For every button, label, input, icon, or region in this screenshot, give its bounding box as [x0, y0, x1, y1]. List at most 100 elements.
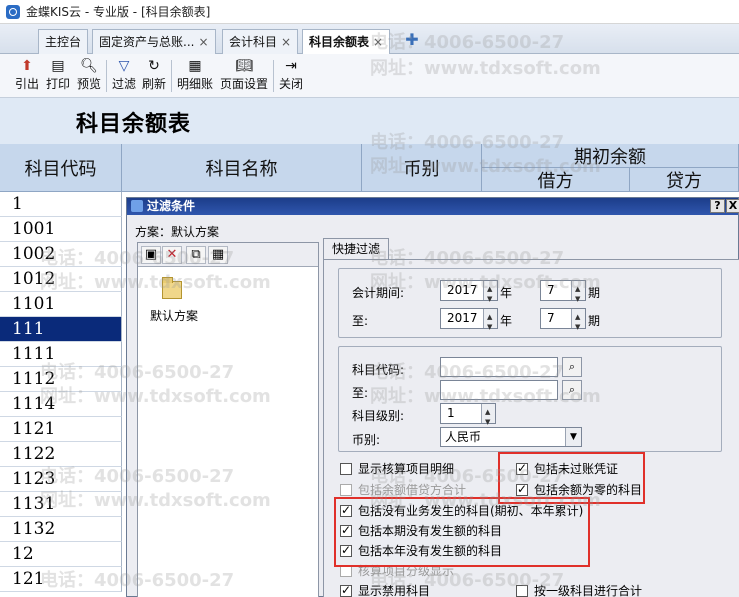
dialog-app-icon — [131, 200, 143, 212]
print-button[interactable]: ▤ 打印 — [43, 56, 73, 96]
ledger-icon: ▦ — [188, 58, 202, 74]
level-spinner[interactable]: 1 — [440, 403, 496, 432]
tab-label: 科目余额表 — [309, 35, 370, 49]
header-currency[interactable]: 币别 — [362, 144, 482, 192]
exit-door-icon: ⇥ — [285, 58, 297, 74]
dialog-close-button[interactable]: X — [726, 199, 739, 213]
table-row[interactable]: 1001 — [0, 217, 122, 242]
export-button[interactable]: ⬆ 引出 — [12, 56, 42, 96]
spinner-arrows-icon[interactable] — [571, 280, 585, 309]
refresh-button[interactable]: ↻ 刷新 — [140, 56, 168, 96]
checkbox-box[interactable] — [516, 482, 528, 496]
sum-by-first-level-checkbox[interactable]: 按一级科目进行合计 — [516, 582, 642, 597]
from-year-spinner[interactable]: 2017 — [440, 280, 498, 309]
checkbox-label: 包括未过账凭证 — [534, 462, 619, 476]
checkbox-box[interactable] — [340, 543, 352, 557]
aux-separate-checkbox[interactable]: 核算项目分级显示 — [340, 562, 454, 579]
lookup-icon[interactable]: ⌕ — [562, 357, 582, 377]
from-period-value: 7 — [547, 283, 555, 297]
page-setup-label: 页面设置 — [219, 77, 268, 91]
delete-scheme-icon[interactable]: ✕ — [162, 246, 182, 264]
tab-main-console[interactable]: 主控台 — [38, 29, 89, 54]
show-disabled-checkbox[interactable]: 显示禁用科目 — [340, 582, 430, 597]
save-as-scheme-icon[interactable]: ⧉ — [186, 246, 206, 264]
add-tab-icon[interactable]: ✚ — [404, 32, 420, 48]
spinner-arrows-icon[interactable] — [483, 280, 497, 309]
save-scheme-icon[interactable]: ▣ — [141, 246, 161, 264]
checkbox-box[interactable] — [340, 483, 352, 496]
toolbar-divider — [273, 60, 274, 92]
checkbox-box[interactable] — [340, 523, 352, 537]
header-debit[interactable]: 借方 — [482, 168, 630, 192]
show-aux-detail-checkbox[interactable]: 显示核算项目明细 — [340, 460, 454, 477]
table-row[interactable]: 1111 — [0, 342, 122, 367]
export-icon: ⬆ — [21, 58, 33, 74]
spinner-arrows-icon[interactable] — [481, 403, 495, 432]
checkbox-box[interactable] — [340, 564, 352, 577]
checkbox-box[interactable] — [516, 584, 528, 597]
header-account-name[interactable]: 科目名称 — [122, 144, 362, 192]
checkbox-box[interactable] — [516, 461, 528, 475]
table-row[interactable]: 121 — [0, 567, 122, 592]
help-button[interactable]: ? — [710, 199, 725, 213]
print-label: 打印 — [45, 77, 70, 91]
folder-icon[interactable] — [162, 277, 182, 299]
table-row[interactable]: 1123 — [0, 467, 122, 492]
tab-fixed-assets[interactable]: 固定资产与总账... × — [92, 29, 216, 54]
table-row[interactable]: 1132 — [0, 517, 122, 542]
header-opening-balance[interactable]: 期初余额 — [482, 144, 739, 168]
include-no-period-amount-checkbox[interactable]: 包括本期没有发生额的科目 — [340, 522, 502, 539]
spinner-arrows-icon[interactable] — [483, 308, 497, 337]
to-period-spinner[interactable]: 7 — [540, 308, 586, 337]
table-row[interactable]: 1 — [0, 192, 122, 217]
spinner-arrows-icon[interactable] — [571, 308, 585, 337]
currency-value: 人民币 — [445, 430, 482, 444]
account-code-to-input[interactable] — [440, 380, 558, 400]
account-code-from-input[interactable] — [440, 357, 558, 377]
table-row[interactable]: 1131 — [0, 492, 122, 517]
include-unposted-checkbox[interactable]: 包括未过账凭证 — [516, 460, 618, 477]
detail-ledger-button[interactable]: ▦ 明细账 — [175, 56, 215, 96]
checkbox-box[interactable] — [340, 503, 352, 517]
include-balance-sum-checkbox[interactable]: 包括余额借贷方合计 — [340, 481, 466, 498]
table-row[interactable]: 12 — [0, 542, 122, 567]
scheme-item-default[interactable]: 默认方案 — [150, 307, 198, 324]
page-setup-button[interactable]: 📖︎ 页面设置 — [218, 56, 270, 96]
close-icon[interactable]: × — [373, 35, 383, 49]
header-account-code[interactable]: 科目代码 — [0, 144, 122, 192]
lookup-icon[interactable]: ⌕ — [562, 380, 582, 400]
chevron-down-icon[interactable]: ▼ — [565, 428, 581, 446]
tab-quick-filter[interactable]: 快捷过滤 — [323, 238, 390, 260]
table-row[interactable]: 1122 — [0, 442, 122, 467]
filter-button[interactable]: ▽ 过滤 — [110, 56, 138, 96]
table-row[interactable]: 1101 — [0, 292, 122, 317]
table-row[interactable]: 1112 — [0, 367, 122, 392]
window-title: 金蝶KIS云 - 专业版 - [科目余额表] — [26, 5, 211, 19]
checkbox-box[interactable] — [340, 583, 352, 597]
account-code-label: 科目代码: — [352, 363, 405, 377]
table-row[interactable]: 1012 — [0, 267, 122, 292]
preview-button[interactable]: 🔍︎ 预览 — [74, 56, 104, 96]
table-row[interactable]: 1002 — [0, 242, 122, 267]
table-row[interactable]: 1114 — [0, 392, 122, 417]
period-label: 会计期间: — [352, 286, 405, 300]
from-period-spinner[interactable]: 7 — [540, 280, 586, 309]
table-row-selected[interactable]: 111 — [0, 317, 122, 342]
refresh-icon: ↻ — [148, 58, 160, 74]
currency-select[interactable]: 人民币 ▼ — [440, 427, 582, 447]
year-unit: 年 — [500, 286, 513, 300]
close-icon[interactable]: × — [198, 35, 208, 49]
include-no-business-checkbox[interactable]: 包括没有业务发生的科目(期初、本年累计) — [340, 502, 583, 519]
grid-scheme-icon[interactable]: ▦ — [208, 246, 228, 264]
include-no-year-amount-checkbox[interactable]: 包括本年没有发生额的科目 — [340, 542, 502, 559]
include-zero-balance-checkbox[interactable]: 包括余额为零的科目 — [516, 481, 642, 498]
header-credit[interactable]: 贷方 — [630, 168, 739, 192]
checkbox-box[interactable] — [340, 462, 352, 475]
filter-label: 过滤 — [111, 77, 136, 91]
to-year-spinner[interactable]: 2017 — [440, 308, 498, 337]
tab-account-balance[interactable]: 科目余额表 × — [302, 29, 391, 54]
close-button[interactable]: ⇥ 关闭 — [277, 56, 305, 96]
close-icon[interactable]: × — [281, 35, 291, 49]
tab-accounts[interactable]: 会计科目 × — [222, 29, 299, 54]
table-row[interactable]: 1121 — [0, 417, 122, 442]
